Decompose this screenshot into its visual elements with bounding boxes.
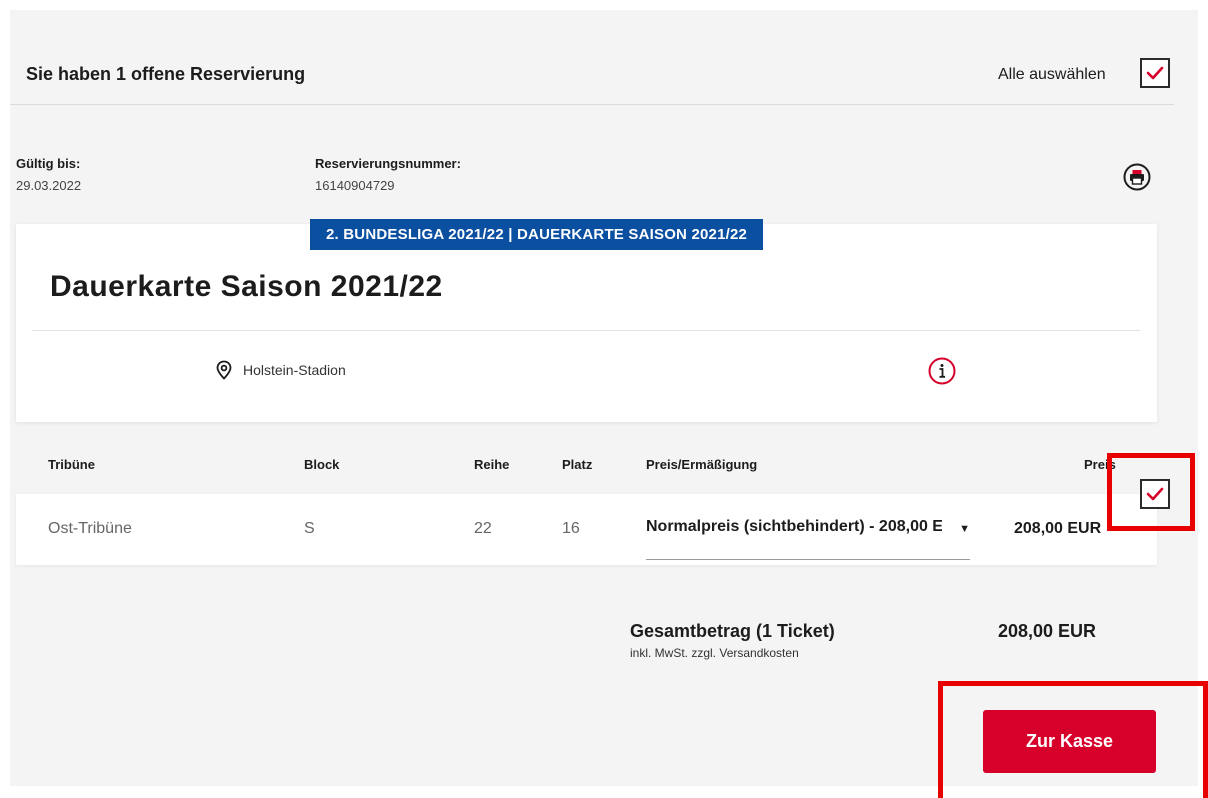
page-title: Sie haben 1 offene Reservierung [26, 64, 306, 84]
reservation-panel: Sie haben 1 offene Reservierung Alle aus… [10, 10, 1198, 786]
event-title: Dauerkarte Saison 2021/22 [50, 270, 443, 303]
table-row [16, 494, 1157, 565]
chevron-down-icon: ▼ [959, 523, 970, 535]
column-header-price: Preis [1084, 457, 1116, 472]
event-banner: 2. BUNDESLIGA 2021/22 | DAUERKARTE SAISO… [310, 219, 764, 250]
header-divider [10, 104, 1174, 105]
info-icon[interactable] [927, 356, 957, 386]
ticket-row-number: 22 [474, 520, 492, 537]
ticket-seat: 16 [562, 520, 580, 537]
column-header-block: Block [304, 457, 340, 472]
reservation-number-value: 16140904729 [315, 178, 395, 193]
ticket-price: 208,00 EUR [1014, 520, 1102, 537]
ticket-block: S [304, 520, 315, 537]
total-note: inkl. MwSt. zzgl. Versandkosten [630, 646, 799, 660]
print-icon[interactable] [1122, 162, 1152, 192]
total-label: Gesamtbetrag (1 Ticket) [630, 621, 835, 641]
event-card [16, 224, 1157, 422]
reservation-number-label: Reservierungsnummer: [315, 156, 461, 171]
select-all-label[interactable]: Alle auswählen [998, 66, 1106, 84]
checkmark-icon [1146, 487, 1164, 501]
column-header-stand: Tribüne [48, 457, 95, 472]
ticket-stand: Ost-Tribüne [48, 520, 132, 537]
column-header-row: Reihe [474, 457, 510, 472]
checkmark-icon [1146, 66, 1164, 80]
ticket-select-checkbox[interactable] [1140, 479, 1170, 509]
total-value: 208,00 EUR [998, 621, 1097, 641]
event-divider [32, 330, 1140, 331]
column-header-price-discount: Preis/Ermäßigung [646, 457, 758, 472]
location-pin-icon [214, 360, 234, 380]
valid-until-value: 29.03.2022 [16, 178, 82, 193]
column-header-seat: Platz [562, 457, 593, 472]
price-discount-select[interactable]: Normalpreis (sichtbehindert) - 208,00 EU… [646, 518, 970, 560]
checkout-button[interactable]: Zur Kasse [983, 710, 1156, 773]
price-discount-selected-value: Normalpreis (sichtbehindert) - 208,00 EU… [646, 518, 942, 535]
select-all-checkbox[interactable] [1140, 58, 1170, 88]
valid-until-label: Gültig bis: [16, 156, 81, 171]
venue-name: Holstein-Stadion [243, 362, 346, 378]
